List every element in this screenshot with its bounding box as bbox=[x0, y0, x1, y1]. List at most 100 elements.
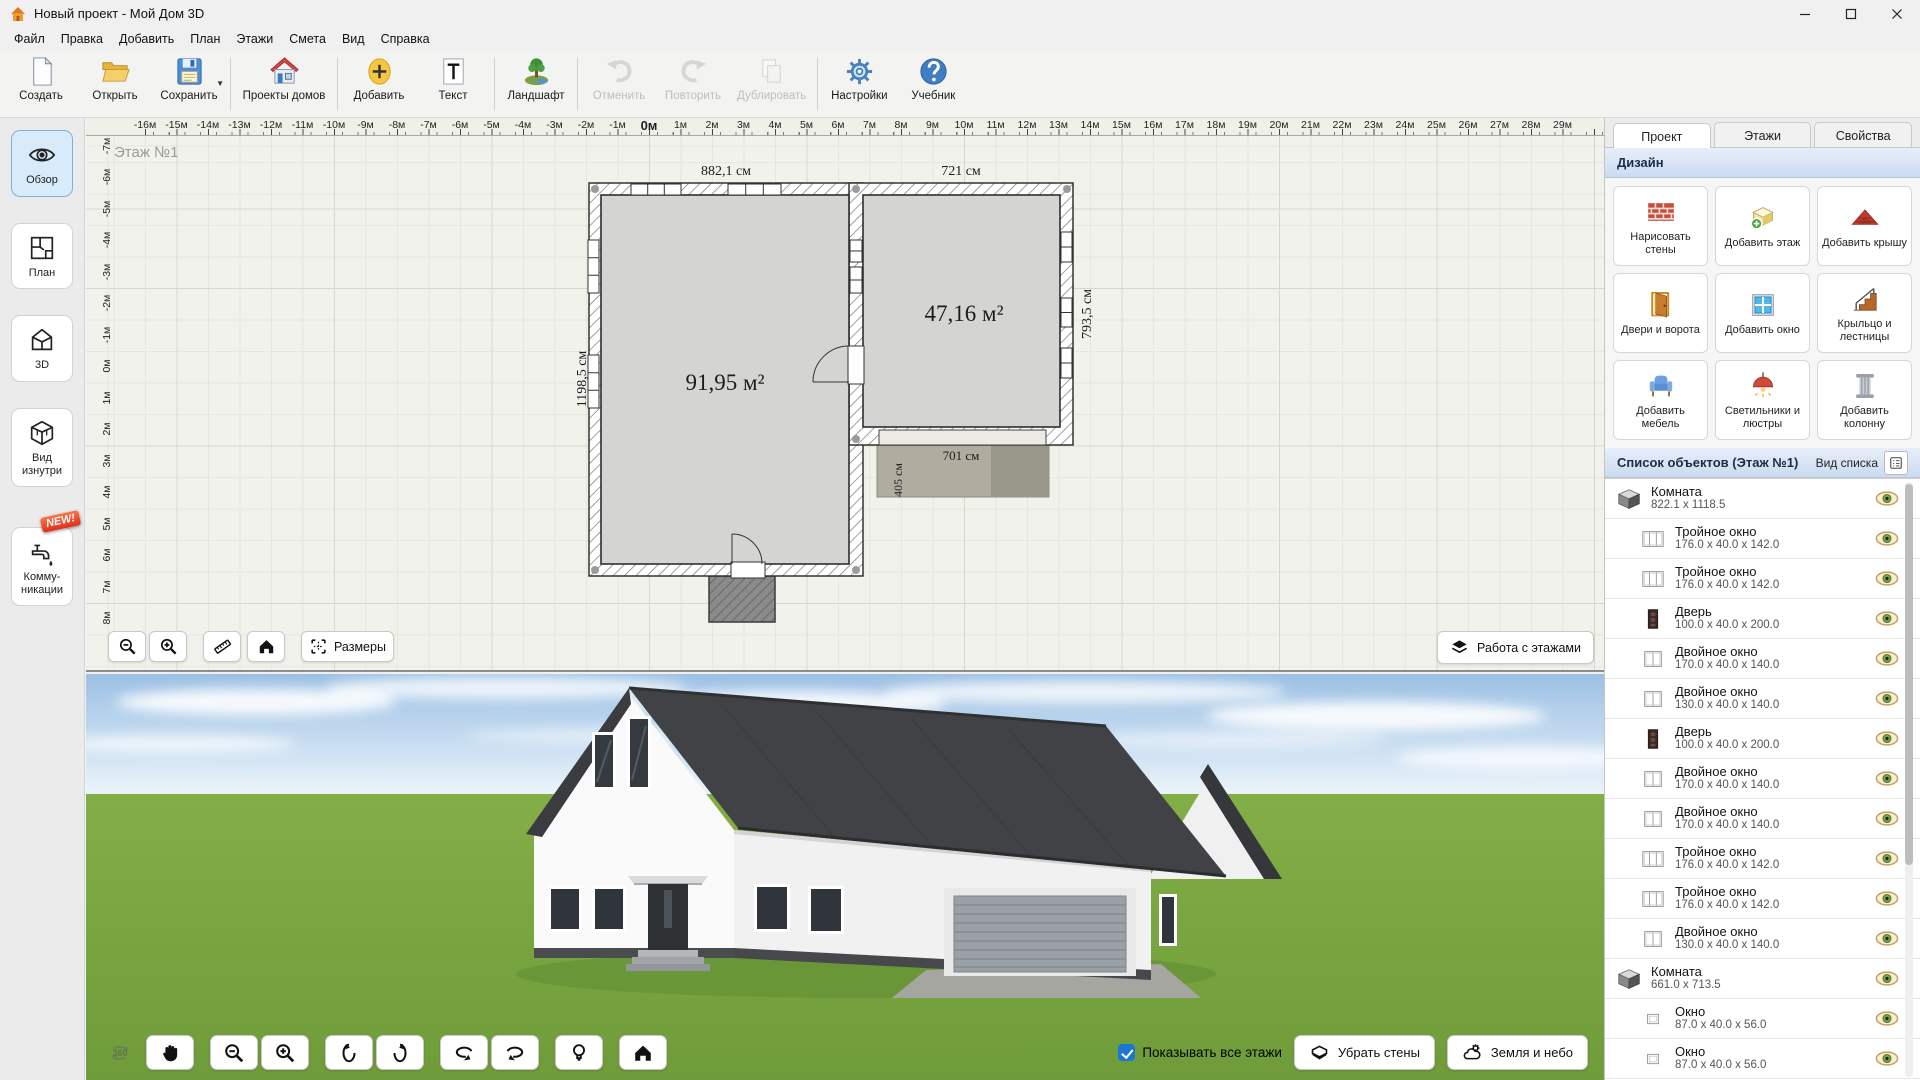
double-window[interactable] bbox=[850, 240, 862, 262]
sidebar-item-3d[interactable]: 3D bbox=[11, 315, 73, 382]
minimize-button[interactable] bbox=[1782, 0, 1828, 27]
tilt-down-button[interactable] bbox=[376, 1035, 424, 1070]
add-roof-button[interactable]: Добавить крышу bbox=[1817, 186, 1912, 266]
object-row[interactable]: Дверь100.0 x 40.0 x 200.0 bbox=[1605, 719, 1920, 759]
porch-stairs-button[interactable]: Крыльцо и лестницы bbox=[1817, 273, 1912, 353]
orbit-right-button[interactable] bbox=[491, 1035, 539, 1070]
lighting-button[interactable] bbox=[555, 1035, 603, 1070]
menu-edit[interactable]: Правка bbox=[53, 29, 111, 49]
close-button[interactable] bbox=[1874, 0, 1920, 27]
pan-button[interactable] bbox=[146, 1035, 194, 1070]
tilt-up-button[interactable] bbox=[325, 1035, 373, 1070]
visibility-eye-icon[interactable] bbox=[1875, 1010, 1900, 1027]
plan-view[interactable]: -16м-15м-14м-13м-12м-11м-10м-9м-8м-7м-6м… bbox=[86, 118, 1604, 672]
double-window[interactable] bbox=[1061, 348, 1072, 378]
tab-properties[interactable]: Свойства bbox=[1814, 122, 1912, 147]
tab-floors[interactable]: Этажи bbox=[1714, 122, 1812, 147]
sidebar-item-plan[interactable]: План bbox=[11, 223, 73, 290]
visibility-eye-icon[interactable] bbox=[1875, 730, 1900, 747]
object-row[interactable]: Двойное окно130.0 x 40.0 x 140.0 bbox=[1605, 919, 1920, 959]
add-column-button[interactable]: Добавить колонну bbox=[1817, 360, 1912, 440]
objects-scrollbar[interactable] bbox=[1905, 482, 1913, 1077]
visibility-eye-icon[interactable] bbox=[1875, 650, 1900, 667]
settings-button[interactable]: Настройки bbox=[822, 51, 896, 117]
dimensions-toggle-button[interactable]: Размеры bbox=[301, 631, 394, 662]
object-row[interactable]: Окно87.0 x 40.0 x 56.0 bbox=[1605, 1039, 1920, 1079]
visibility-eye-icon[interactable] bbox=[1875, 770, 1900, 787]
add-floor-button[interactable]: Добавить этаж bbox=[1715, 186, 1810, 266]
object-row[interactable]: Дверь100.0 x 40.0 x 200.0 bbox=[1605, 599, 1920, 639]
open-project-button[interactable]: Открыть bbox=[78, 51, 152, 117]
object-row[interactable]: Двойное окно170.0 x 40.0 x 140.0 bbox=[1605, 639, 1920, 679]
visibility-eye-icon[interactable] bbox=[1875, 490, 1900, 507]
duplicate-button[interactable]: Дублировать bbox=[730, 51, 813, 117]
add-object-button[interactable]: Добавить bbox=[342, 51, 416, 117]
undo-button[interactable]: Отменить bbox=[582, 51, 656, 117]
object-row[interactable]: Тройное окно176.0 x 40.0 x 142.0 bbox=[1605, 879, 1920, 919]
orbit-left-button[interactable] bbox=[440, 1035, 488, 1070]
plan-zoom-out-button[interactable] bbox=[108, 631, 146, 662]
remove-walls-button[interactable]: Убрать стены bbox=[1294, 1035, 1435, 1070]
visibility-eye-icon[interactable] bbox=[1875, 1050, 1900, 1067]
triple-window[interactable] bbox=[728, 184, 781, 195]
visibility-eye-icon[interactable] bbox=[1875, 570, 1900, 587]
save-button[interactable]: Сохранить ▼ bbox=[152, 51, 226, 117]
tutorial-button[interactable]: Учебник bbox=[896, 51, 970, 117]
visibility-eye-icon[interactable] bbox=[1875, 930, 1900, 947]
show-all-floors-control[interactable]: Показывать все этажи bbox=[1118, 1044, 1282, 1061]
3d-zoom-out-button[interactable] bbox=[210, 1035, 258, 1070]
floor-plan-drawing[interactable]: 882,1 см 721 см 1198,5 см 793,5 см 701 с… bbox=[86, 118, 1604, 672]
object-row[interactable]: Комната822.1 x 1118.5 bbox=[1605, 479, 1920, 519]
3d-view[interactable]: 360 Показывать все этажи У bbox=[86, 674, 1604, 1080]
3d-zoom-in-button[interactable] bbox=[261, 1035, 309, 1070]
double-window[interactable] bbox=[850, 267, 862, 293]
work-with-floors-button[interactable]: Работа с этажами bbox=[1437, 631, 1594, 664]
menu-add[interactable]: Добавить bbox=[111, 29, 182, 49]
landscape-button[interactable]: Ландшафт bbox=[499, 51, 573, 117]
lights-chandeliers-button[interactable]: Светильники и люстры bbox=[1715, 360, 1810, 440]
visibility-eye-icon[interactable] bbox=[1875, 690, 1900, 707]
object-row[interactable]: Двойное окно170.0 x 40.0 x 140.0 bbox=[1605, 759, 1920, 799]
visibility-eye-icon[interactable] bbox=[1875, 610, 1900, 627]
double-window[interactable] bbox=[1061, 232, 1072, 262]
object-row[interactable]: Окно87.0 x 40.0 x 56.0 bbox=[1605, 999, 1920, 1039]
measure-button[interactable] bbox=[203, 631, 241, 662]
triple-window[interactable] bbox=[631, 184, 681, 195]
object-row[interactable]: Двойное окно170.0 x 40.0 x 140.0 bbox=[1605, 799, 1920, 839]
menu-floors[interactable]: Этажи bbox=[228, 29, 281, 49]
menu-help[interactable]: Справка bbox=[373, 29, 438, 49]
entrance-porch[interactable] bbox=[709, 576, 775, 622]
visibility-eye-icon[interactable] bbox=[1875, 810, 1900, 827]
house-projects-button[interactable]: Проекты домов bbox=[235, 51, 333, 117]
show-all-floors-checkbox[interactable] bbox=[1118, 1044, 1135, 1061]
menu-file[interactable]: Файл bbox=[6, 29, 53, 49]
object-row[interactable]: Тройное окно176.0 x 40.0 x 142.0 bbox=[1605, 559, 1920, 599]
double-window[interactable] bbox=[1061, 298, 1072, 327]
plan-zoom-in-button[interactable] bbox=[149, 631, 187, 662]
save-dropdown-arrow[interactable]: ▼ bbox=[216, 79, 224, 88]
draw-walls-button[interactable]: Нарисовать стены bbox=[1613, 186, 1708, 266]
garage-opening[interactable] bbox=[879, 430, 1046, 445]
object-row[interactable]: Двойное окно130.0 x 40.0 x 140.0 bbox=[1605, 679, 1920, 719]
tab-project[interactable]: Проект bbox=[1613, 123, 1711, 148]
sidebar-item-interior-view[interactable]: Вид изнутри bbox=[11, 408, 73, 487]
doors-gates-button[interactable]: Двери и ворота bbox=[1613, 273, 1708, 353]
list-view-button[interactable] bbox=[1884, 451, 1908, 475]
object-row[interactable]: Тройное окно176.0 x 40.0 x 142.0 bbox=[1605, 839, 1920, 879]
plan-home-button[interactable] bbox=[247, 631, 285, 662]
visibility-eye-icon[interactable] bbox=[1875, 890, 1900, 907]
3d-home-button[interactable] bbox=[619, 1035, 667, 1070]
sidebar-item-communications[interactable]: NEW! Комму-никации bbox=[11, 527, 73, 606]
text-button[interactable]: Текст bbox=[416, 51, 490, 117]
maximize-button[interactable] bbox=[1828, 0, 1874, 27]
menu-plan[interactable]: План bbox=[182, 29, 228, 49]
ground-sky-button[interactable]: Земля и небо bbox=[1447, 1035, 1588, 1070]
triple-window[interactable] bbox=[588, 240, 599, 293]
object-row[interactable]: Тройное окно176.0 x 40.0 x 142.0 bbox=[1605, 519, 1920, 559]
visibility-eye-icon[interactable] bbox=[1875, 850, 1900, 867]
menu-estimate[interactable]: Смета bbox=[281, 29, 334, 49]
add-window-button[interactable]: Добавить окно bbox=[1715, 273, 1810, 353]
visibility-eye-icon[interactable] bbox=[1875, 970, 1900, 987]
object-row[interactable]: Комната661.0 x 713.5 bbox=[1605, 959, 1920, 999]
redo-button[interactable]: Повторить bbox=[656, 51, 730, 117]
